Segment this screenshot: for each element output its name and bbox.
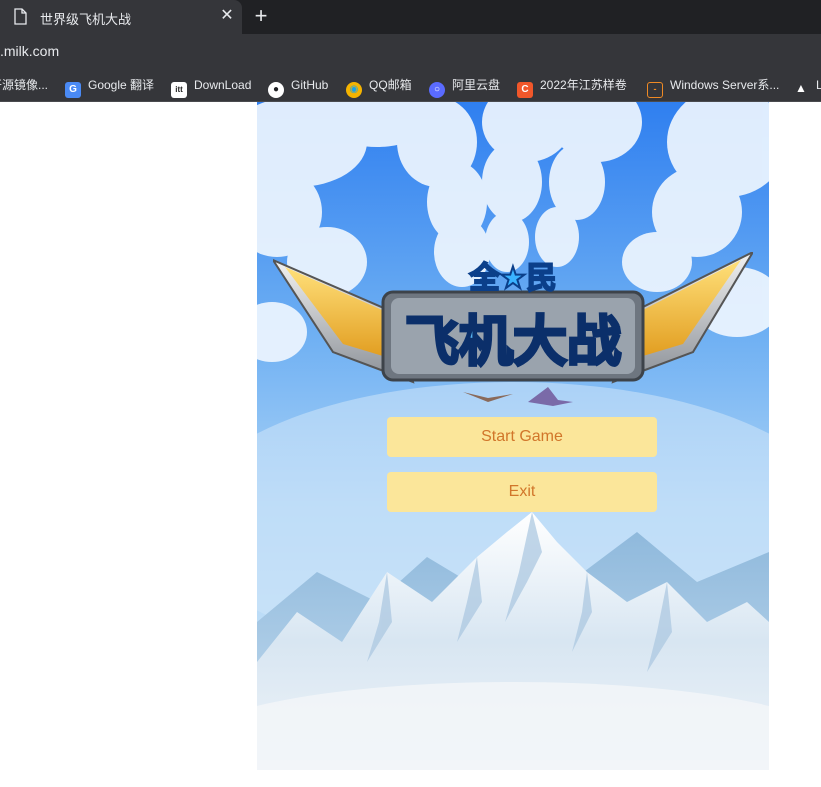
bookmark-label: Google 翻译 [88,78,155,92]
code-brackets-icon: - [647,82,663,98]
active-tab[interactable]: 世界级飞机大战 ✕ [0,0,242,34]
bookmark-windows-server[interactable]: - Windows Server系... [647,76,780,98]
google-translate-icon: G [65,82,81,98]
bookmark-mirror[interactable]: 开源镜像... [0,76,48,94]
bookmark-l[interactable]: ▲ L [793,76,821,95]
tab-strip: 世界级飞机大战 ✕ + [0,0,821,34]
tab-close-icon[interactable]: ✕ [219,7,235,25]
aliyun-drive-icon: ○ [429,82,445,98]
document-icon [14,8,27,25]
github-icon: ● [268,82,284,98]
logo-top-text: 全★民 [469,261,557,296]
bookmark-aliyun-drive[interactable]: ○ 阿里云盘 [429,76,501,98]
new-tab-button[interactable]: + [250,4,272,28]
bookmark-label: DownLoad [194,78,252,92]
bookmark-jiangsu-exam[interactable]: C 2022年江苏样卷 [517,76,627,98]
bookmark-label: L [816,78,821,92]
bookmark-label: 阿里云盘 [452,78,501,92]
bookmark-google-translate[interactable]: G Google 翻译 [65,76,155,98]
bookmarks-bar: 开源镜像... G Google 翻译 itt DownLoad ● GitHub ◉… [0,68,821,102]
bookmark-label: GitHub [291,78,329,92]
game-canvas[interactable]: 全★民 飞机大战 Start Game Exit [257,102,769,770]
bookmark-label: QQ邮箱 [369,78,412,92]
c-site-icon: C [517,82,533,98]
bookmark-qq-mail[interactable]: ◉ QQ邮箱 [346,76,412,98]
graduation-cap-icon: ▲ [795,81,807,95]
bookmark-label: Windows Server系... [670,78,780,92]
bookmark-label: 2022年江苏样卷 [540,78,627,92]
start-game-button[interactable]: Start Game [387,417,657,457]
bookmark-github[interactable]: ● GitHub [268,76,329,98]
download-site-icon: itt [171,82,187,98]
bookmark-download[interactable]: itt DownLoad [171,76,252,98]
logo-main-text: 飞机大战 [405,310,621,373]
exit-button[interactable]: Exit [387,472,657,512]
game-logo: 全★民 飞机大战 [273,252,753,406]
tab-title: 世界级飞机大战 [40,12,132,27]
url-text[interactable]: .milk.com [0,43,59,59]
bookmark-label: 开源镜像... [0,78,49,92]
address-bar[interactable]: .milk.com [0,34,821,68]
qq-mail-icon: ◉ [346,82,362,98]
